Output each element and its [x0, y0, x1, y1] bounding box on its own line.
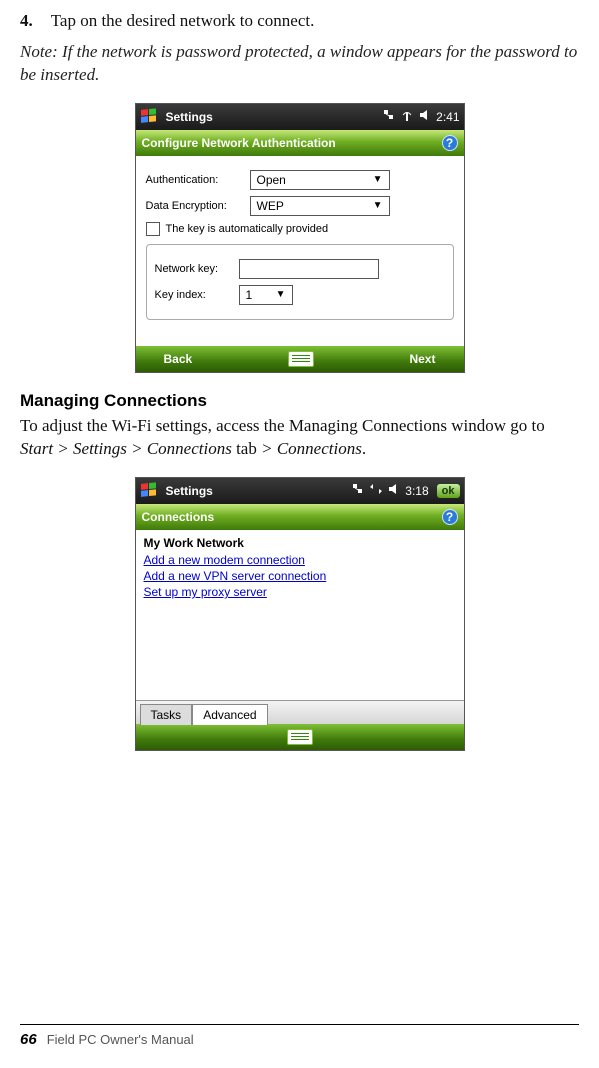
- note-text: Note: If the network is password protect…: [20, 41, 579, 87]
- ok-button[interactable]: ok: [437, 484, 460, 498]
- network-key-input[interactable]: [239, 259, 379, 279]
- keyboard-sip-icon[interactable]: [287, 729, 313, 745]
- windows-flag-icon[interactable]: [140, 482, 160, 500]
- checkbox-icon[interactable]: [146, 222, 160, 236]
- link-add-modem[interactable]: Add a new modem connection: [144, 552, 456, 568]
- auth-combo[interactable]: Open ▼: [250, 170, 390, 190]
- clock-text: 2:41: [436, 110, 459, 124]
- page-footer: 66 Field PC Owner's Manual: [20, 1024, 579, 1048]
- key-index-combo[interactable]: 1 ▼: [239, 285, 293, 305]
- step-number: 4.: [20, 11, 33, 30]
- volume-icon: [387, 482, 401, 499]
- page-header-text: Configure Network Authentication: [142, 136, 336, 150]
- encryption-label: Data Encryption:: [146, 200, 246, 212]
- step-text: Tap on the desired network to connect.: [51, 11, 315, 30]
- softkey-bar: [136, 724, 464, 750]
- tab-strip: Tasks Advanced: [136, 700, 464, 724]
- chevron-down-icon: ▼: [369, 200, 387, 211]
- key-index-value: 1: [246, 288, 253, 302]
- key-index-label: Key index:: [155, 289, 235, 301]
- keyboard-sip-icon[interactable]: [288, 351, 314, 367]
- titlebar: Settings 3:18 ok: [136, 478, 464, 504]
- section-heading: Managing Connections: [20, 391, 579, 411]
- chevron-down-icon: ▼: [369, 174, 387, 185]
- tab-advanced[interactable]: Advanced: [192, 704, 267, 725]
- key-group: Network key: Key index: 1 ▼: [146, 244, 454, 320]
- form-panel: Authentication: Open ▼ Data Encryption: …: [136, 156, 464, 346]
- encryption-combo[interactable]: WEP ▼: [250, 196, 390, 216]
- auth-label: Authentication:: [146, 174, 246, 186]
- auto-key-label: The key is automatically provided: [166, 223, 329, 235]
- titlebar-title: Settings: [166, 484, 213, 498]
- screenshot-configure-network: Settings 2:41 Configure Network Authenti…: [135, 103, 465, 373]
- status-icons: 2:41: [382, 108, 459, 125]
- volume-icon: [418, 108, 432, 125]
- screenshot-connections: Settings 3:18 ok Connections ? My Work N…: [135, 477, 465, 751]
- softkey-next[interactable]: Next: [409, 352, 457, 366]
- encryption-value: WEP: [257, 199, 284, 213]
- connections-panel: My Work Network Add a new modem connecti…: [136, 530, 464, 724]
- page-header-bar: Connections ?: [136, 504, 464, 530]
- connectivity-icon: [351, 482, 365, 499]
- help-icon[interactable]: ?: [442, 509, 458, 525]
- network-key-label: Network key:: [155, 263, 235, 275]
- windows-flag-icon[interactable]: [140, 108, 160, 126]
- chevron-down-icon: ▼: [272, 289, 290, 300]
- tab-tasks[interactable]: Tasks: [140, 704, 193, 725]
- auto-key-row[interactable]: The key is automatically provided: [146, 222, 454, 236]
- clock-text: 3:18: [405, 484, 428, 498]
- titlebar: Settings 2:41: [136, 104, 464, 130]
- softkey-bar: Back Next: [136, 346, 464, 372]
- section-body: To adjust the Wi-Fi settings, access the…: [20, 415, 579, 461]
- softkey-back[interactable]: Back: [142, 352, 193, 366]
- step-line: 4. Tap on the desired network to connect…: [20, 10, 579, 33]
- sync-icon: [369, 482, 383, 499]
- link-add-vpn[interactable]: Add a new VPN server connection: [144, 568, 456, 584]
- connectivity-icon: [382, 108, 396, 125]
- auth-value: Open: [257, 173, 286, 187]
- help-icon[interactable]: ?: [442, 135, 458, 151]
- footer-label: Field PC Owner's Manual: [47, 1032, 194, 1047]
- signal-icon: [400, 108, 414, 125]
- network-group-title: My Work Network: [144, 536, 456, 550]
- status-icons: 3:18 ok: [351, 482, 459, 499]
- link-proxy[interactable]: Set up my proxy server: [144, 584, 456, 600]
- titlebar-title: Settings: [166, 110, 213, 124]
- page-header-bar: Configure Network Authentication ?: [136, 130, 464, 156]
- page-number: 66: [20, 1031, 37, 1048]
- page-header-text: Connections: [142, 510, 215, 524]
